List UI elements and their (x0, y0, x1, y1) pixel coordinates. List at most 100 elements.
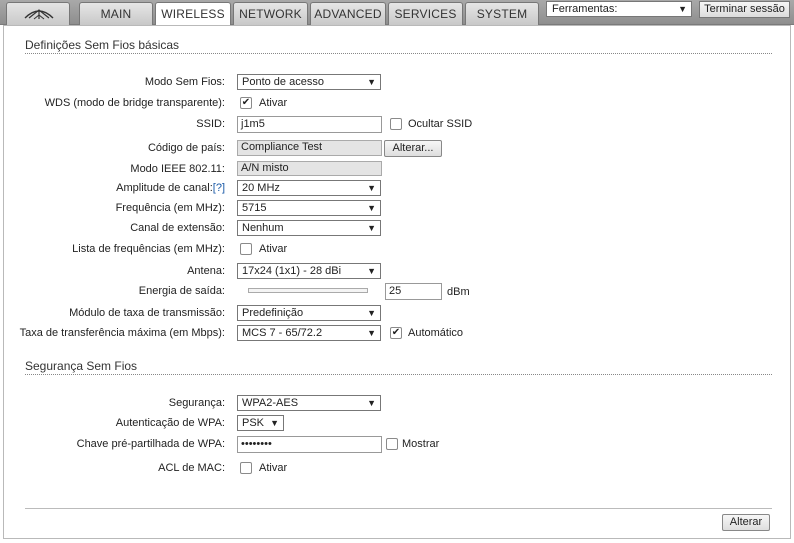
mac-acl-row: ACL de MAC: Ativar (4, 460, 784, 478)
wpa-key-row: Chave pré-partilhada de WPA: •••••••• Mo… (4, 436, 784, 454)
ieee-mode-row: Modo IEEE 802.11: A/N misto (4, 161, 784, 179)
ssid-label: SSID: (196, 118, 225, 130)
tab-services[interactable]: SERVICES (388, 2, 463, 25)
extension-channel-select[interactable]: Nenhum ▼ (237, 220, 381, 236)
change-country-button[interactable]: Alterar... (384, 140, 442, 157)
channel-width-row: Amplitude de canal:[?] 20 MHz ▼ (4, 180, 784, 198)
output-power-unit: dBm (447, 286, 470, 298)
chevron-down-icon: ▼ (367, 223, 376, 233)
tab-wireless[interactable]: WIRELESS (155, 2, 231, 26)
wpa-auth-row: Autenticação de WPA: PSK ▼ (4, 415, 784, 433)
checkmark-icon: ✔ (241, 97, 251, 108)
wpa-key-label: Chave pré-partilhada de WPA: (76, 438, 225, 450)
chevron-down-icon: ▼ (367, 328, 376, 338)
extension-channel-label: Canal de extensão: (130, 222, 225, 234)
rate-module-select[interactable]: Predefinição ▼ (237, 305, 381, 321)
hide-ssid-label: Ocultar SSID (408, 118, 473, 130)
frequency-select[interactable]: 5715 ▼ (237, 200, 381, 216)
mac-acl-label: ACL de MAC: (158, 462, 225, 474)
frequency-list-label: Lista de frequências (em MHz): (72, 243, 225, 255)
chevron-down-icon: ▼ (270, 418, 279, 428)
ubiquiti-logo-tab[interactable] (6, 2, 70, 25)
extension-channel-row: Canal de extensão: Nenhum ▼ (4, 220, 784, 238)
hide-ssid-checkbox[interactable] (390, 118, 402, 130)
antenna-label: Antena: (187, 265, 225, 277)
wireless-mode-select[interactable]: Ponto de acesso ▼ (237, 74, 381, 90)
output-power-slider[interactable] (248, 288, 368, 293)
checkmark-icon: ✔ (391, 327, 401, 338)
security-label: Segurança: (168, 397, 225, 409)
wireless-settings-panel: Definições Sem Fios básicas Modo Sem Fio… (3, 25, 791, 539)
frequency-list-row: Lista de frequências (em MHz): Ativar (4, 241, 784, 259)
chevron-down-icon: ▼ (678, 4, 687, 14)
security-select[interactable]: WPA2-AES ▼ (237, 395, 381, 411)
frequency-list-checkbox[interactable] (240, 243, 252, 255)
frequency-value: 5715 (242, 202, 267, 214)
apply-button[interactable]: Alterar (722, 514, 770, 531)
security-value: WPA2-AES (242, 397, 299, 409)
wds-checkbox[interactable]: ✔ (240, 97, 252, 109)
frequency-row: Frequência (em MHz): 5715 ▼ (4, 200, 784, 218)
chevron-down-icon: ▼ (367, 398, 376, 408)
channel-width-label: Amplitude de canal:[?] (116, 182, 225, 194)
ssid-input[interactable]: j1m5 (237, 116, 382, 133)
wireless-security-section-title: Segurança Sem Fios (25, 359, 138, 373)
security-row: Segurança: WPA2-AES ▼ (4, 395, 784, 413)
tools-dropdown-value: Ferramentas: (552, 3, 618, 15)
tools-dropdown[interactable]: Ferramentas: ▼ (546, 1, 692, 17)
country-code-label: Código de país: (147, 142, 225, 154)
frequency-label: Frequência (em MHz): (115, 202, 225, 214)
channel-width-value: 20 MHz (242, 182, 280, 194)
tab-network[interactable]: NETWORK (233, 2, 308, 25)
max-rate-row: Taxa de transferência máxima (em Mbps): … (4, 325, 784, 343)
extension-channel-value: Nenhum (242, 222, 284, 234)
section-divider (25, 374, 772, 375)
tab-advanced[interactable]: ADVANCED (310, 2, 386, 25)
channel-width-select[interactable]: 20 MHz ▼ (237, 180, 381, 196)
chevron-down-icon: ▼ (367, 266, 376, 276)
antenna-row: Antena: 17x24 (1x1) - 28 dBi ▼ (4, 263, 784, 281)
wds-row: WDS (modo de bridge transparente): ✔ Ati… (4, 95, 784, 113)
max-rate-select[interactable]: MCS 7 - 65/72.2 ▼ (237, 325, 381, 341)
wpa-auth-select[interactable]: PSK ▼ (237, 415, 284, 431)
output-power-row: Energia de saída: 25 dBm (4, 283, 784, 301)
mac-acl-enable-label: Ativar (259, 462, 288, 474)
wpa-auth-value: PSK (242, 417, 265, 429)
footer-divider (25, 508, 772, 509)
wds-enable-label: Ativar (259, 97, 288, 109)
max-rate-label: Taxa de transferência máxima (em Mbps): (19, 327, 225, 339)
output-power-label: Energia de saída: (138, 285, 225, 297)
logout-button[interactable]: Terminar sessão (699, 1, 790, 18)
channel-width-help-link[interactable]: [?] (213, 182, 225, 194)
wireless-mode-value: Ponto de acesso (242, 76, 324, 88)
chevron-down-icon: ▼ (367, 308, 376, 318)
frequency-list-enable-label: Ativar (259, 243, 288, 255)
section-divider (25, 53, 772, 54)
chevron-down-icon: ▼ (367, 77, 376, 87)
show-key-checkbox[interactable] (386, 438, 398, 450)
show-key-label: Mostrar (402, 438, 440, 450)
wpa-auth-label: Autenticação de WPA: (115, 417, 225, 429)
antenna-value: 17x24 (1x1) - 28 dBi (242, 265, 342, 277)
tab-system[interactable]: SYSTEM (465, 2, 539, 25)
rate-module-label: Módulo de taxa de transmissão: (69, 307, 225, 319)
auto-rate-label: Automático (408, 327, 464, 339)
wireless-mode-label: Modo Sem Fios: (144, 76, 225, 88)
country-code-field: Compliance Test (237, 140, 382, 156)
top-navigation-bar: MAIN WIRELESS NETWORK ADVANCED SERVICES … (0, 0, 794, 26)
antenna-select[interactable]: 17x24 (1x1) - 28 dBi ▼ (237, 263, 381, 279)
tab-main[interactable]: MAIN (79, 2, 153, 25)
basic-wireless-section-title: Definições Sem Fios básicas (25, 38, 180, 52)
rate-module-row: Módulo de taxa de transmissão: Predefini… (4, 305, 784, 323)
chevron-down-icon: ▼ (367, 183, 376, 193)
rate-module-value: Predefinição (242, 307, 304, 319)
auto-rate-checkbox[interactable]: ✔ (390, 327, 402, 339)
wpa-key-input[interactable]: •••••••• (237, 436, 382, 453)
mac-acl-checkbox[interactable] (240, 462, 252, 474)
ubiquiti-logo-icon (24, 9, 54, 20)
chevron-down-icon: ▼ (367, 203, 376, 213)
max-rate-value: MCS 7 - 65/72.2 (242, 327, 323, 339)
ieee-mode-label: Modo IEEE 802.11: (130, 163, 225, 175)
output-power-input[interactable]: 25 (385, 283, 442, 300)
ssid-row: SSID: j1m5 Ocultar SSID (4, 116, 784, 134)
